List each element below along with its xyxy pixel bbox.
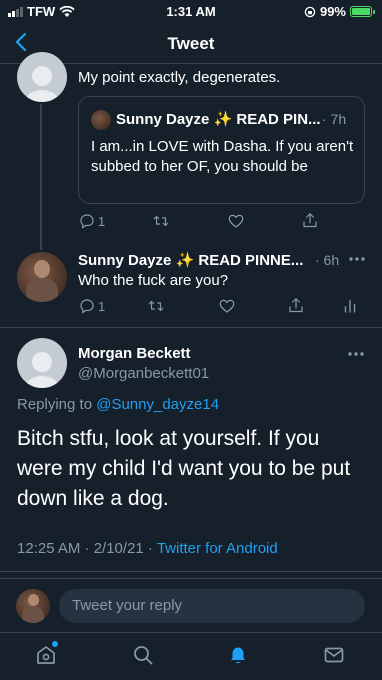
share-icon[interactable] xyxy=(301,211,319,230)
retweet-icon[interactable] xyxy=(151,212,171,230)
like-icon[interactable] xyxy=(218,297,236,315)
quoted-tweet[interactable]: Sunny Dayze ✨ READ PIN... · 7h I am...in… xyxy=(78,96,365,204)
reply-count: 1 xyxy=(98,298,106,314)
tweet-text: Who the fuck are you? xyxy=(78,272,229,289)
reply-input[interactable]: Tweet your reply xyxy=(59,589,365,623)
analytics-icon[interactable] xyxy=(341,297,359,315)
tweet-time: · 6h xyxy=(315,252,340,268)
reply-icon xyxy=(80,299,94,314)
avatar xyxy=(16,589,50,623)
avatar[interactable] xyxy=(17,252,67,302)
author-name[interactable]: Morgan Beckett xyxy=(78,345,191,362)
tweet-meta: 12:25 AM · 2/10/21 · Twitter for Android xyxy=(17,540,278,557)
tweet-timestamp: 12:25 AM · 2/10/21 · xyxy=(17,540,153,557)
avatar[interactable] xyxy=(17,338,67,388)
reply-icon xyxy=(80,214,94,229)
page-title: Tweet xyxy=(167,34,215,53)
like-icon[interactable] xyxy=(227,212,245,230)
quoted-author: Sunny Dayze ✨ READ PIN... xyxy=(116,111,321,128)
share-icon[interactable] xyxy=(287,296,305,315)
battery-info: 99% xyxy=(304,4,375,19)
avatar[interactable] xyxy=(17,52,67,102)
reply-bar: Tweet your reply xyxy=(0,578,382,632)
replying-to: Replying to @Sunny_dayze14 xyxy=(17,396,219,413)
replying-to-link[interactable]: @Sunny_dayze14 xyxy=(96,396,219,413)
divider xyxy=(0,571,382,572)
tweet-author: Sunny Dayze ✨ READ PINNE... xyxy=(78,252,304,269)
battery-percent: 99% xyxy=(319,4,346,19)
bottom-tab-bar xyxy=(0,632,382,680)
retweet-icon[interactable] xyxy=(146,297,166,315)
author-handle[interactable]: @Morganbeckett01 xyxy=(78,365,209,382)
orientation-lock-icon xyxy=(304,6,316,17)
messages-icon[interactable] xyxy=(322,643,346,667)
status-bar: TFW 1:31 AM 99% xyxy=(0,0,382,24)
thread-connector xyxy=(40,104,42,250)
reply-count: 1 xyxy=(98,213,106,229)
more-icon[interactable] xyxy=(347,254,367,264)
search-icon[interactable] xyxy=(131,643,155,667)
reply-button[interactable]: 1 xyxy=(78,212,105,230)
main-tweet-text: Bitch stfu, look at yourself. If you wer… xyxy=(17,427,351,510)
tweet-source[interactable]: Twitter for Android xyxy=(157,540,278,557)
replying-prefix: Replying to xyxy=(17,396,93,413)
more-icon[interactable] xyxy=(346,349,366,359)
quoted-text: I am...in LOVE with Dasha. If you aren't… xyxy=(91,138,354,175)
tweet-text: My point exactly, degenerates. xyxy=(78,69,281,86)
quoted-time: · 7h xyxy=(322,111,347,127)
notifications-icon[interactable] xyxy=(226,643,250,667)
divider xyxy=(0,327,382,328)
avatar xyxy=(91,110,111,130)
battery-icon xyxy=(350,6,375,17)
reply-button[interactable]: 1 xyxy=(78,297,105,315)
new-content-dot xyxy=(52,641,58,647)
